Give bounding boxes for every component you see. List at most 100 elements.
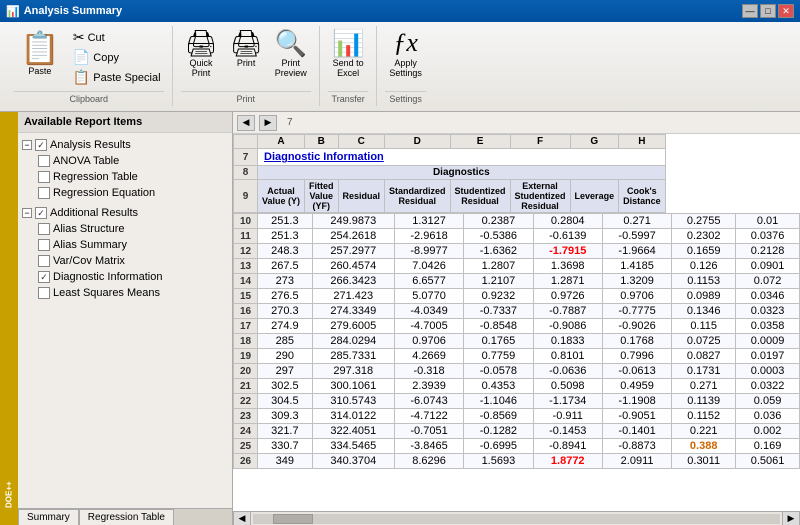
paste-button[interactable]: 📋 Paste bbox=[14, 28, 66, 80]
row-num-12: 12 bbox=[234, 244, 258, 259]
cut-label: Cut bbox=[88, 32, 105, 44]
cell-16-a: 270.3 bbox=[258, 304, 313, 319]
checkbox-diagnostic[interactable] bbox=[38, 271, 50, 283]
cell-13-c: 7.0426 bbox=[394, 259, 463, 274]
print-preview-label: PrintPreview bbox=[275, 58, 307, 78]
cell-15-h: 0.0346 bbox=[736, 289, 800, 304]
cell-26-f: 2.0911 bbox=[602, 454, 671, 469]
checkbox-analysis-results[interactable] bbox=[35, 139, 47, 151]
print-preview-button[interactable]: 🔍 PrintPreview bbox=[271, 28, 311, 80]
cell-13-d: 1.2807 bbox=[464, 259, 533, 274]
tree-regression-equation[interactable]: Regression Equation bbox=[22, 185, 228, 201]
cell-10-c: 1.3127 bbox=[394, 214, 463, 229]
corner-header bbox=[234, 135, 258, 149]
row-num-20: 20 bbox=[234, 364, 258, 379]
scrollbar-track[interactable] bbox=[253, 514, 780, 524]
window-title: 📊 Analysis Summary bbox=[6, 5, 122, 18]
sidebar-title: Available Report Items bbox=[18, 112, 232, 133]
cell-22-g: 0.1139 bbox=[672, 394, 736, 409]
cell-18-e: 0.1833 bbox=[533, 334, 602, 349]
tree-alias-summary[interactable]: Alias Summary bbox=[22, 237, 228, 253]
tree-least-squares[interactable]: Least Squares Means bbox=[22, 285, 228, 301]
clipboard-group: 📋 Paste ✂ Cut 📄 Copy 📋 Paste Special C bbox=[6, 26, 173, 106]
expander-analysis-results[interactable]: − bbox=[22, 140, 32, 150]
tree-additional-results[interactable]: − Additional Results bbox=[22, 205, 228, 221]
checkbox-additional[interactable] bbox=[35, 207, 47, 219]
cell-24-g: 0.221 bbox=[672, 424, 736, 439]
bottom-scrollbar[interactable]: ◀ ▶ bbox=[233, 511, 800, 525]
tree-regression-table[interactable]: Regression Table bbox=[22, 169, 228, 185]
content-area: ◀ ▶ 7 A B C D E F G H bbox=[233, 112, 800, 525]
minimize-button[interactable]: — bbox=[742, 4, 758, 18]
cell-15-f: 0.9706 bbox=[602, 289, 671, 304]
table-row-12: 12248.3257.2977-8.9977-1.6362-1.7915-1.9… bbox=[234, 244, 800, 259]
clipboard-label: Clipboard bbox=[14, 91, 164, 104]
paste-special-button[interactable]: 📋 Paste Special bbox=[70, 68, 164, 87]
cell-15-d: 0.9232 bbox=[464, 289, 533, 304]
maximize-button[interactable]: □ bbox=[760, 4, 776, 18]
clipboard-secondary: ✂ Cut 📄 Copy 📋 Paste Special bbox=[70, 28, 164, 87]
cell-26-c: 8.6296 bbox=[394, 454, 463, 469]
cell-24-a: 321.7 bbox=[258, 424, 313, 439]
subheader-c: Residual bbox=[338, 180, 385, 213]
main-container: DOE++ Available Report Items − Analysis … bbox=[0, 112, 800, 525]
cell-21-c: 2.3939 bbox=[394, 379, 463, 394]
table-row-10: 10251.3249.98731.31270.23870.28040.2710.… bbox=[234, 214, 800, 229]
checkbox-regression-table[interactable] bbox=[38, 171, 50, 183]
cell-11-b: 254.2618 bbox=[312, 229, 394, 244]
cell-26-d: 1.5693 bbox=[464, 454, 533, 469]
table-row-26: 26349340.37048.62961.56931.87722.09110.3… bbox=[234, 454, 800, 469]
paste-special-icon: 📋 bbox=[73, 69, 90, 86]
scrollbar-thumb[interactable] bbox=[273, 514, 313, 524]
tree-varcov[interactable]: Var/Cov Matrix bbox=[22, 253, 228, 269]
tab-summary[interactable]: Summary bbox=[18, 509, 79, 525]
checkbox-alias-structure[interactable] bbox=[38, 223, 50, 235]
expander-additional[interactable]: − bbox=[22, 208, 32, 218]
checkbox-least-squares[interactable] bbox=[38, 287, 50, 299]
diagnostic-info-link[interactable]: Diagnostic Information bbox=[264, 151, 384, 163]
bottom-tabs: Summary Regression Table bbox=[18, 508, 232, 525]
tree-analysis-results[interactable]: − Analysis Results bbox=[22, 137, 228, 153]
tree-anova-table[interactable]: ANOVA Table bbox=[22, 153, 228, 169]
row-num-18: 18 bbox=[234, 334, 258, 349]
close-button[interactable]: ✕ bbox=[778, 4, 794, 18]
print-button[interactable]: 🖨 Print bbox=[226, 28, 267, 70]
grid-container[interactable]: A B C D E F G H 7 Diagnost bbox=[233, 134, 800, 511]
cell-14-e: 1.2871 bbox=[533, 274, 602, 289]
quick-print-button[interactable]: 🖨 QuickPrint bbox=[181, 28, 222, 80]
checkbox-alias-summary[interactable] bbox=[38, 239, 50, 251]
row-num-14: 14 bbox=[234, 274, 258, 289]
ribbon: 📋 Paste ✂ Cut 📄 Copy 📋 Paste Special C bbox=[0, 22, 800, 112]
scroll-left-button[interactable]: ◀ bbox=[233, 511, 251, 525]
print-preview-icon: 🔍 bbox=[275, 30, 307, 56]
cell-20-d: -0.0578 bbox=[464, 364, 533, 379]
checkbox-regression-equation[interactable] bbox=[38, 187, 50, 199]
window-controls: — □ ✕ bbox=[742, 4, 794, 18]
tree-alias-structure[interactable]: Alias Structure bbox=[22, 221, 228, 237]
cell-14-f: 1.3209 bbox=[602, 274, 671, 289]
apply-settings-label: ApplySettings bbox=[389, 58, 422, 78]
checkbox-varcov[interactable] bbox=[38, 255, 50, 267]
cell-16-f: -0.7775 bbox=[602, 304, 671, 319]
cell-20-f: -0.0613 bbox=[602, 364, 671, 379]
scroll-right-button[interactable]: ▶ bbox=[782, 511, 800, 525]
cell-12-c: -8.9977 bbox=[394, 244, 463, 259]
cell-18-g: 0.0725 bbox=[672, 334, 736, 349]
nav-right-button[interactable]: ▶ bbox=[259, 115, 277, 131]
send-to-excel-button[interactable]: 📊 Send toExcel bbox=[328, 28, 368, 80]
cell-24-e: -0.1453 bbox=[533, 424, 602, 439]
print-label: Print bbox=[237, 58, 256, 68]
cell-18-d: 0.1765 bbox=[464, 334, 533, 349]
cell-10-f: 0.271 bbox=[602, 214, 671, 229]
cut-button[interactable]: ✂ Cut bbox=[70, 28, 164, 47]
tree-diagnostic-info[interactable]: Diagnostic Information bbox=[22, 269, 228, 285]
cell-25-b: 334.5465 bbox=[312, 439, 394, 454]
copy-button[interactable]: 📄 Copy bbox=[70, 48, 164, 67]
nav-left-button[interactable]: ◀ bbox=[237, 115, 255, 131]
sidebar: Available Report Items − Analysis Result… bbox=[18, 112, 233, 525]
tree-label-least-squares: Least Squares Means bbox=[53, 287, 160, 299]
apply-settings-button[interactable]: ƒx ApplySettings bbox=[385, 28, 426, 80]
tab-regression-table[interactable]: Regression Table bbox=[79, 509, 174, 525]
checkbox-anova[interactable] bbox=[38, 155, 50, 167]
cell-11-h: 0.0376 bbox=[736, 229, 800, 244]
